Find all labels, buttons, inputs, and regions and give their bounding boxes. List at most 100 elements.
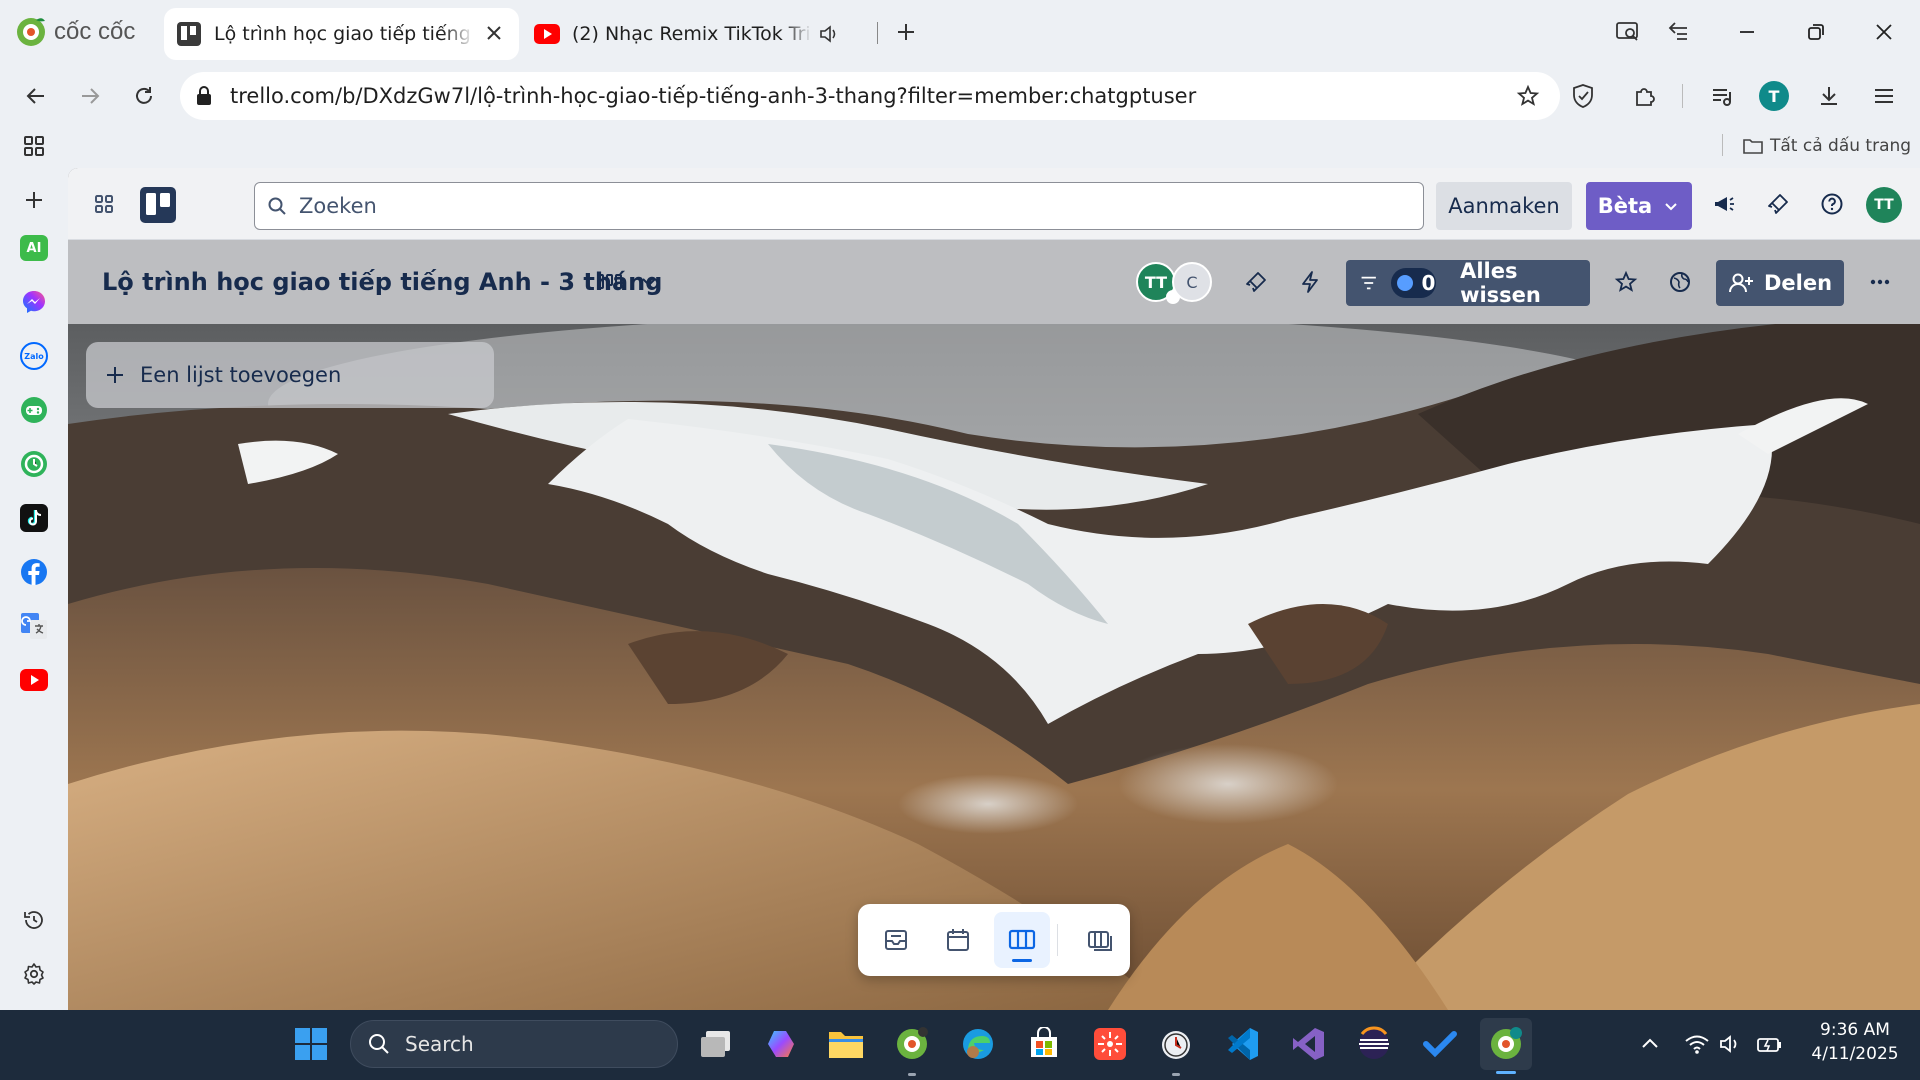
power-ups-button[interactable] bbox=[1240, 266, 1272, 298]
web-content: Zoeken Aanmaken Bèta TT Lộ trình học gia… bbox=[68, 168, 1920, 1010]
vscode-icon bbox=[1228, 1028, 1258, 1060]
browser-titlebar: cốc cốc Lộ trình học giao tiếp tiếng A (… bbox=[0, 0, 1920, 64]
switch-boards-icon bbox=[1088, 931, 1112, 951]
search-input[interactable]: Zoeken bbox=[254, 182, 1424, 230]
todo-button[interactable] bbox=[1414, 1018, 1466, 1070]
sidebar-zalo[interactable]: Zalo bbox=[16, 338, 52, 374]
help-button[interactable] bbox=[1816, 188, 1848, 220]
create-button[interactable]: Aanmaken bbox=[1436, 182, 1572, 230]
star-board-button[interactable] bbox=[1610, 266, 1642, 298]
browser-menu-button[interactable] bbox=[1868, 80, 1900, 112]
inbox-view-button[interactable] bbox=[870, 914, 922, 966]
tab-trello[interactable]: Lộ trình học giao tiếp tiếng A bbox=[164, 8, 519, 60]
rocket-icon bbox=[1768, 194, 1788, 214]
youtube-icon bbox=[20, 669, 48, 691]
volume-icon[interactable] bbox=[1718, 1032, 1744, 1056]
speaker-icon[interactable] bbox=[818, 23, 840, 45]
store-button[interactable] bbox=[1018, 1018, 1070, 1070]
bookmark-star-icon[interactable] bbox=[1516, 84, 1540, 108]
sidebar-timer[interactable] bbox=[16, 446, 52, 482]
filter-icon[interactable] bbox=[1358, 271, 1379, 295]
sidebar-facebook[interactable] bbox=[16, 554, 52, 590]
coccoc-taskbar-button[interactable] bbox=[886, 1018, 938, 1076]
sidebar-add-button[interactable] bbox=[16, 182, 52, 218]
extensions-button[interactable] bbox=[1628, 80, 1660, 112]
board-header: Lộ trình học giao tiếp tiếng Anh - 3 thá… bbox=[68, 240, 1920, 324]
start-button[interactable] bbox=[285, 1018, 337, 1070]
user-avatar[interactable]: TT bbox=[1866, 187, 1902, 223]
sidebar-settings[interactable] bbox=[16, 956, 52, 992]
lock-icon[interactable] bbox=[192, 84, 216, 108]
board-columns-icon bbox=[1008, 929, 1036, 950]
clear-filters-button[interactable]: Alles wissen bbox=[1460, 259, 1590, 307]
url-text[interactable]: trello.com/b/DXdzGw7l/lộ-trình-học-giao-… bbox=[230, 84, 1196, 108]
coccoc-profile-button[interactable] bbox=[1480, 1018, 1532, 1074]
show-hidden-icons-button[interactable] bbox=[1638, 1032, 1662, 1056]
messenger-icon bbox=[23, 291, 45, 313]
board-view-switcher[interactable] bbox=[596, 264, 660, 300]
all-bookmarks-button[interactable]: Tất cả dấu trang bbox=[1742, 132, 1911, 160]
switch-board-button[interactable] bbox=[1074, 914, 1126, 966]
tab-youtube[interactable]: (2) Nhạc Remix TikTok Triệu Vi bbox=[522, 8, 892, 60]
edge-icon bbox=[963, 1029, 993, 1059]
tiktok-icon bbox=[20, 504, 48, 532]
close-window-button[interactable] bbox=[1864, 14, 1904, 50]
checkmark-icon bbox=[1423, 1031, 1457, 1058]
back-button[interactable] bbox=[20, 80, 52, 112]
sidebar-messenger[interactable] bbox=[16, 284, 52, 320]
profile-avatar[interactable]: T bbox=[1759, 81, 1789, 111]
copilot-button[interactable] bbox=[755, 1018, 807, 1070]
media-control-button[interactable] bbox=[1706, 80, 1738, 112]
board-view-button[interactable] bbox=[994, 912, 1050, 968]
plus-icon bbox=[107, 367, 123, 383]
share-button[interactable]: Delen bbox=[1716, 260, 1844, 306]
sidebar-youtube[interactable] bbox=[16, 662, 52, 698]
coccoc-logo[interactable]: cốc cốc bbox=[14, 12, 135, 52]
beta-button[interactable]: Bèta bbox=[1586, 182, 1692, 230]
file-explorer-button[interactable] bbox=[820, 1018, 872, 1070]
wifi-icon[interactable] bbox=[1684, 1032, 1710, 1056]
visibility-button[interactable] bbox=[1664, 266, 1696, 298]
sidebar-tiktok[interactable] bbox=[16, 500, 52, 536]
app-switcher-button[interactable] bbox=[88, 188, 120, 220]
app-fireworks-button[interactable] bbox=[1084, 1018, 1136, 1070]
trello-logo[interactable] bbox=[140, 187, 176, 223]
minimize-button[interactable] bbox=[1727, 14, 1767, 50]
downloads-button[interactable] bbox=[1813, 80, 1845, 112]
screenshot-search-button[interactable] bbox=[1608, 14, 1648, 50]
close-tab-icon[interactable] bbox=[483, 22, 505, 44]
edge-button[interactable] bbox=[952, 1018, 1004, 1070]
calendar-view-button[interactable] bbox=[932, 914, 984, 966]
new-tab-button[interactable] bbox=[890, 16, 922, 48]
sidebar-apps-button[interactable] bbox=[16, 128, 52, 164]
sidebar-game[interactable] bbox=[16, 392, 52, 428]
notifications-button[interactable] bbox=[1762, 188, 1794, 220]
clock-app-button[interactable] bbox=[1150, 1018, 1202, 1076]
sidebar-translate[interactable] bbox=[16, 608, 52, 644]
shield-icon[interactable] bbox=[1570, 83, 1596, 109]
tab-search-button[interactable] bbox=[1660, 14, 1700, 50]
taskbar-search[interactable]: Search bbox=[350, 1020, 678, 1068]
plus-icon bbox=[26, 192, 42, 208]
add-list-button[interactable]: Een lijst toevoegen bbox=[86, 342, 494, 408]
board-menu-button[interactable] bbox=[1864, 266, 1896, 298]
vscode-button[interactable] bbox=[1216, 1018, 1268, 1070]
arrow-right-icon bbox=[82, 88, 100, 104]
announcements-button[interactable] bbox=[1708, 188, 1740, 220]
board-title[interactable]: Lộ trình học giao tiếp tiếng Anh - 3 thá… bbox=[102, 268, 662, 296]
address-bar[interactable]: trello.com/b/DXdzGw7l/lộ-trình-học-giao-… bbox=[180, 72, 1593, 120]
filter-count-badge[interactable]: 0 bbox=[1391, 268, 1437, 298]
clock-area[interactable]: 9:36 AM 4/11/2025 bbox=[1800, 1018, 1910, 1066]
forward-button[interactable] bbox=[74, 80, 106, 112]
restore-button[interactable] bbox=[1796, 14, 1836, 50]
visual-studio-button[interactable] bbox=[1282, 1018, 1334, 1070]
sidebar-history[interactable] bbox=[16, 902, 52, 938]
battery-icon[interactable] bbox=[1756, 1032, 1784, 1056]
sidebar-ai-chat[interactable]: AI bbox=[16, 230, 52, 266]
member-avatar[interactable]: C bbox=[1172, 262, 1212, 302]
task-view-button[interactable] bbox=[690, 1018, 742, 1070]
minimize-icon bbox=[1740, 31, 1754, 33]
eclipse-button[interactable] bbox=[1348, 1018, 1400, 1070]
reload-button[interactable] bbox=[128, 80, 160, 112]
automation-button[interactable] bbox=[1294, 266, 1326, 298]
